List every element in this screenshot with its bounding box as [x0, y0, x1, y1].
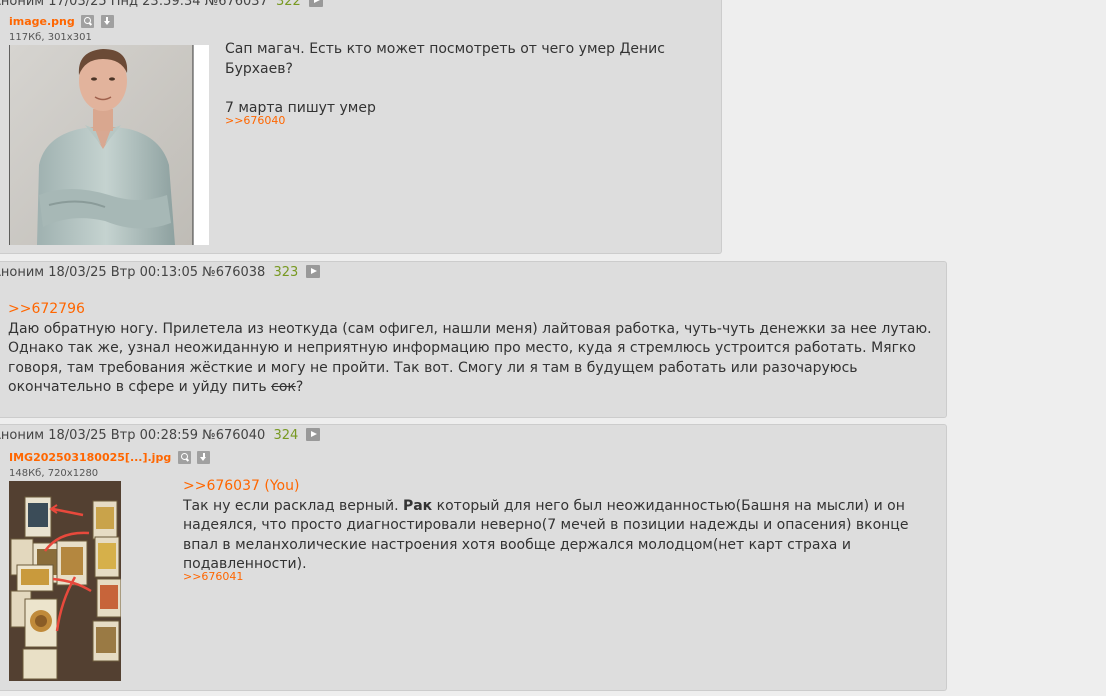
file-name-link[interactable]: image.png: [9, 15, 75, 28]
post-date: 17/03/25 Пнд 23:59:34: [48, 0, 201, 9]
message-text: Даю обратную ногу. Прилетела из неоткуда…: [8, 320, 932, 396]
post-count: 323: [273, 265, 299, 280]
post-author: Аноним: [0, 265, 45, 280]
tarot-cards-photo: [9, 481, 121, 681]
file-meta: 148Кб, 720x1280: [9, 468, 99, 479]
quote-link-you[interactable]: >>676037 (You): [183, 478, 299, 494]
message-text: Так ну если расклад верный.: [183, 497, 403, 514]
post-menu-icon[interactable]: [306, 265, 321, 278]
image-search-icon[interactable]: [81, 15, 95, 28]
image-search-icon[interactable]: [177, 451, 191, 464]
post-header: Аноним 18/03/25 Втр 00:13:05 №676038 323: [0, 265, 321, 281]
download-icon[interactable]: [100, 15, 114, 28]
post-message: >>672796 Даю обратную ногу. Прилетела из…: [8, 300, 933, 398]
post-number[interactable]: №676040: [202, 428, 265, 443]
post-image-thumbnail[interactable]: [9, 45, 209, 245]
reply-link[interactable]: >>676040: [225, 114, 285, 127]
post-message: >>676037 (You) Так ну если расклад верны…: [183, 477, 928, 575]
post-menu-icon[interactable]: [306, 428, 321, 441]
reply-link[interactable]: >>676041: [183, 570, 243, 583]
strikethrough-text: сок: [271, 379, 296, 395]
message-text-end: ?: [295, 379, 304, 395]
post-count: 322: [276, 0, 301, 9]
file-name-link[interactable]: IMG202503180025[...].jpg: [9, 451, 171, 464]
post-number[interactable]: №676038: [202, 265, 265, 280]
file-info: IMG202503180025[...].jpg: [9, 451, 211, 465]
file-info: image.png: [9, 15, 114, 29]
post-date: 18/03/25 Втр 00:13:05: [48, 265, 199, 280]
post-number[interactable]: №676037: [205, 0, 268, 9]
quote-link[interactable]: >>672796: [8, 301, 85, 317]
download-icon[interactable]: [197, 451, 211, 464]
file-meta: 117Кб, 301x301: [9, 32, 92, 43]
post-message: Сап магач. Есть кто может посмотреть от …: [225, 40, 715, 119]
portrait-photo: [9, 45, 209, 245]
post-count: 324: [273, 428, 299, 443]
message-line: Сап магач. Есть кто может посмотреть от …: [225, 41, 665, 77]
post-author: Аноним: [0, 428, 45, 443]
post-header: Аноним 17/03/25 Пнд 23:59:34 №676037 322: [0, 0, 323, 10]
post-date: 18/03/25 Втр 00:28:59: [48, 428, 199, 443]
post-header: Аноним 18/03/25 Втр 00:28:59 №676040 324: [0, 428, 321, 444]
post-image-thumbnail[interactable]: [9, 481, 121, 681]
bold-text: Рак: [402, 497, 433, 514]
post-menu-icon[interactable]: [308, 0, 323, 7]
post-author: Аноним: [0, 0, 45, 9]
message-line: 7 марта пишут умер: [225, 100, 376, 116]
